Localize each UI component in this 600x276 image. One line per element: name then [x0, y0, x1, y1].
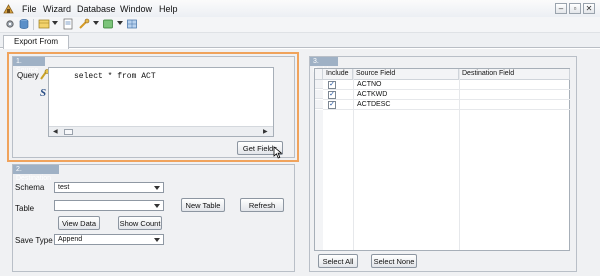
source-group-title: 1. Source	[13, 57, 45, 74]
select-none-button[interactable]: Select None	[371, 254, 417, 268]
tab-export-from-query[interactable]: Export From Query	[3, 35, 69, 58]
schema-select[interactable]: test	[54, 182, 164, 193]
chevron-down-icon[interactable]	[154, 186, 160, 190]
row-divider	[323, 99, 570, 100]
include-checkbox[interactable]: ✓	[328, 101, 336, 109]
query-text[interactable]: select * from ACT	[74, 72, 156, 81]
view-data-button[interactable]: View Data	[58, 216, 100, 230]
source-field-cell[interactable]: ACTDESC	[357, 101, 390, 108]
column-divider	[353, 69, 354, 250]
fields-table[interactable]: Include Source Field Destination Field ✓…	[314, 68, 570, 251]
row-header[interactable]	[315, 90, 323, 99]
fields-group-title: 3. Fields	[310, 57, 338, 74]
column-divider	[459, 69, 460, 250]
app-icon	[3, 4, 14, 14]
schema-value: test	[58, 184, 70, 191]
tab-bar	[0, 33, 600, 48]
select-all-button[interactable]: Select All	[318, 254, 358, 268]
chevron-down-icon[interactable]	[117, 21, 123, 25]
grid-icon[interactable]	[126, 18, 138, 30]
column-header-source-field[interactable]: Source Field	[353, 69, 459, 80]
document-icon[interactable]	[62, 18, 74, 30]
scrollbar-thumb[interactable]	[64, 129, 73, 135]
menu-file[interactable]: File	[22, 4, 37, 14]
query-horizontal-scrollbar[interactable]: ◀ ▶	[49, 126, 273, 136]
show-count-button[interactable]: Show Count	[118, 216, 162, 230]
scroll-right-icon[interactable]: ▶	[263, 128, 268, 135]
toolbar	[0, 17, 600, 33]
save-type-select[interactable]: Append	[54, 234, 164, 245]
query-label: Query	[17, 71, 39, 80]
new-table-button[interactable]: New Table	[181, 198, 225, 212]
row-divider	[323, 109, 570, 110]
menu-help[interactable]: Help	[159, 4, 178, 14]
include-checkbox[interactable]: ✓	[328, 91, 336, 99]
menu-bar: File Wizard Database Window Help – ▫ ✕	[0, 0, 600, 17]
row-header[interactable]	[315, 100, 323, 109]
svg-text:S: S	[40, 87, 46, 97]
menu-wizard[interactable]: Wizard	[43, 4, 71, 14]
table-label: Table	[15, 204, 35, 213]
minimize-button[interactable]: –	[555, 3, 567, 14]
mouse-cursor-icon	[273, 146, 283, 159]
schema-label: Schema	[15, 183, 45, 192]
save-type-label: Save Type	[15, 236, 53, 245]
column-header-include[interactable]: Include	[323, 69, 353, 80]
source-field-cell[interactable]: ACTKWD	[357, 91, 387, 98]
menu-window[interactable]: Window	[120, 4, 152, 14]
row-header[interactable]	[315, 80, 323, 89]
column-header-destination-field[interactable]: Destination Field	[459, 69, 570, 80]
chevron-down-icon[interactable]	[154, 238, 160, 242]
restore-button[interactable]: ▫	[569, 3, 581, 14]
menu-database[interactable]: Database	[77, 4, 116, 14]
row-header-gutter	[315, 110, 323, 250]
scroll-left-icon[interactable]: ◀	[53, 128, 58, 135]
include-checkbox[interactable]: ✓	[328, 81, 336, 89]
row-divider	[323, 89, 570, 90]
destination-group-title: 2. Destination	[13, 165, 59, 182]
toolbar-separator	[33, 19, 34, 30]
export-icon[interactable]	[102, 18, 114, 30]
save-type-value: Append	[58, 236, 83, 243]
chevron-down-icon[interactable]	[93, 21, 99, 25]
close-button[interactable]: ✕	[583, 3, 595, 14]
chevron-down-icon[interactable]	[154, 204, 160, 208]
database-icon[interactable]	[18, 18, 30, 30]
source-field-cell[interactable]: ACTNO	[357, 81, 382, 88]
refresh-button[interactable]: Refresh	[240, 198, 284, 212]
table-corner	[315, 69, 323, 80]
settings-icon[interactable]	[4, 18, 16, 30]
table-select[interactable]	[54, 200, 164, 211]
table-icon[interactable]	[38, 18, 50, 30]
chevron-down-icon[interactable]	[52, 21, 58, 25]
connect-icon[interactable]	[78, 18, 90, 30]
